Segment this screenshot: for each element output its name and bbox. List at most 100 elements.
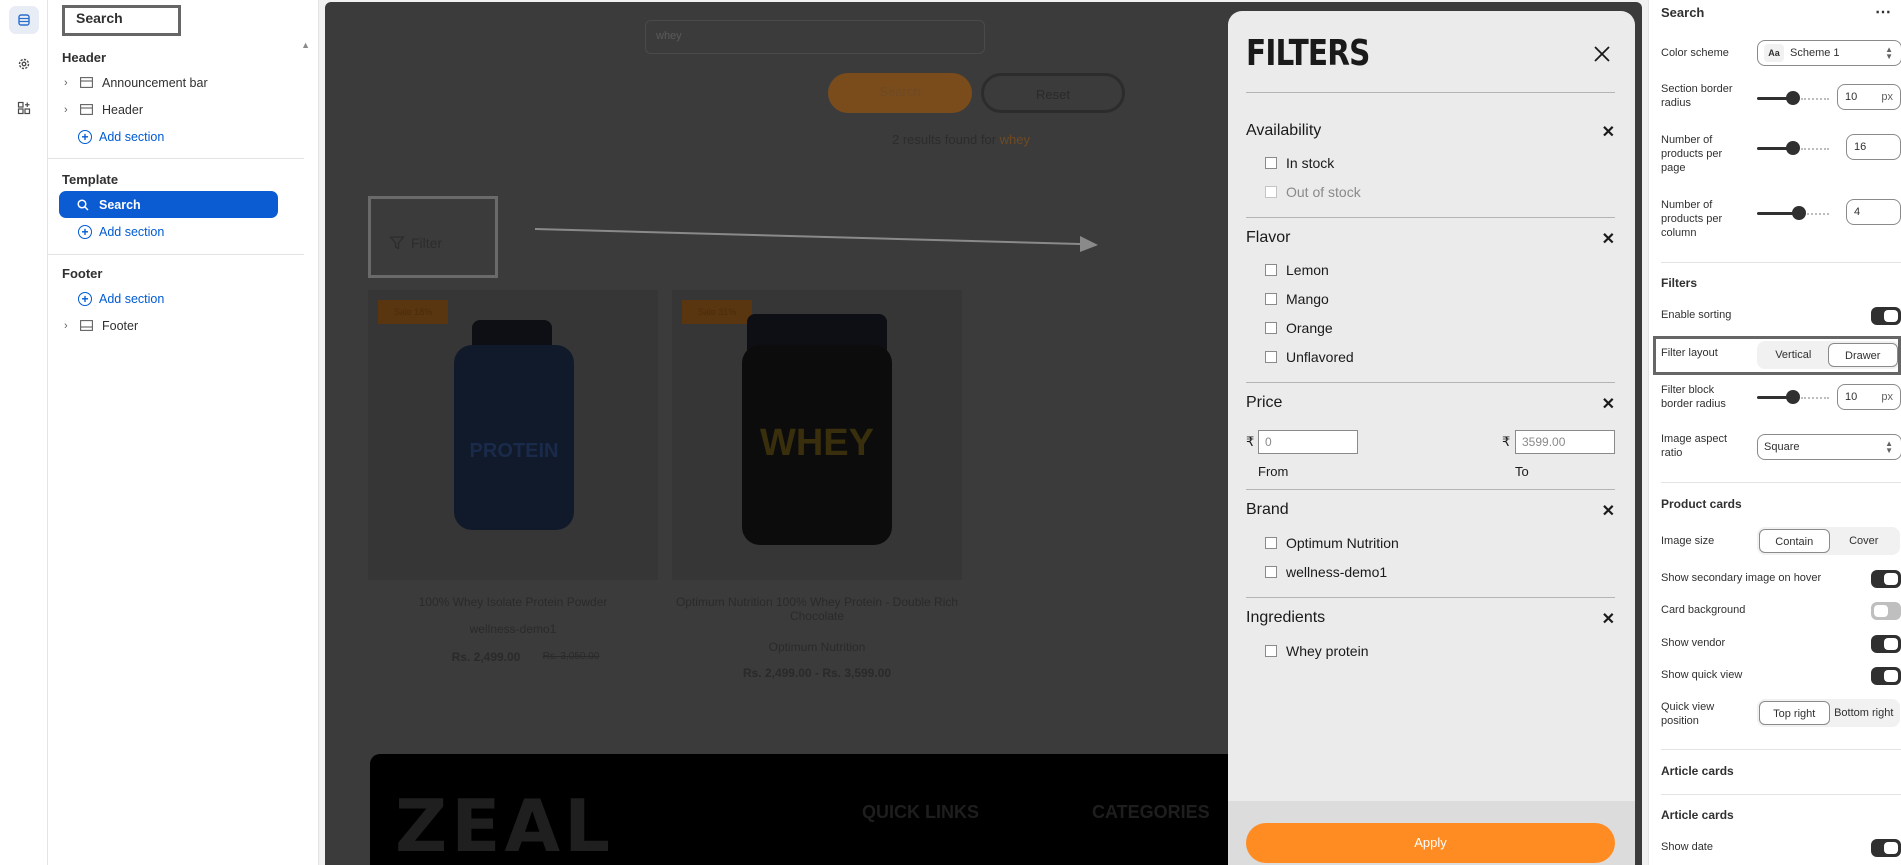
collapse-icon[interactable]: ✕: [1602, 394, 1615, 414]
select-arrows-icon: ▲ ▼: [1885, 439, 1893, 455]
filter-checkbox[interactable]: Mango: [1265, 291, 1329, 307]
divider: [48, 254, 304, 255]
checkbox[interactable]: [1265, 264, 1277, 276]
group-title: Header: [62, 50, 107, 65]
divider: [1661, 794, 1901, 795]
close-icon[interactable]: [1593, 45, 1611, 63]
collapse-icon[interactable]: ✕: [1602, 609, 1615, 629]
price-from-input[interactable]: 0: [1258, 430, 1358, 454]
products-per-column-slider[interactable]: [1757, 206, 1829, 220]
section-radius-slider[interactable]: [1757, 91, 1829, 105]
chevron-right-icon[interactable]: ›: [64, 104, 76, 116]
filter-checkbox[interactable]: Lemon: [1265, 262, 1329, 278]
product-title[interactable]: 100% Whey Isolate Protein Powder: [368, 595, 658, 609]
scheme-badge: Aa: [1764, 44, 1784, 62]
collapse-icon[interactable]: ✕: [1602, 122, 1615, 142]
filter-group-title[interactable]: Price: [1246, 394, 1282, 412]
add-section-button[interactable]: + Add section: [48, 123, 304, 150]
apps-icon[interactable]: [9, 94, 39, 122]
product-card[interactable]: Sale 31% WHEY: [672, 290, 962, 580]
tree-item-footer[interactable]: › Footer: [48, 312, 304, 339]
filter-radius-slider[interactable]: [1757, 390, 1829, 404]
checkbox[interactable]: [1265, 645, 1277, 657]
filter-checkbox[interactable]: Unflavored: [1265, 349, 1354, 365]
add-section-button[interactable]: + Add section: [48, 285, 304, 312]
show-date-toggle[interactable]: [1871, 839, 1901, 857]
checkbox-label: Mango: [1286, 291, 1329, 307]
left-rail: [0, 0, 48, 865]
filter-group-title[interactable]: Brand: [1246, 501, 1289, 519]
checkbox[interactable]: [1265, 322, 1277, 334]
filter-checkbox[interactable]: Optimum Nutrition: [1265, 535, 1399, 551]
filter-checkbox[interactable]: In stock: [1265, 155, 1334, 171]
section-tree: Search ▲ Header › Announcement bar › Hea…: [48, 0, 319, 865]
card-background-toggle[interactable]: [1871, 602, 1901, 620]
quick-view-position-segmented[interactable]: Top right Bottom right: [1757, 699, 1900, 727]
color-scheme-select[interactable]: Aa Scheme 1 ▲ ▼: [1757, 40, 1901, 66]
aspect-ratio-select[interactable]: Square ▲ ▼: [1757, 434, 1901, 460]
slider-knob[interactable]: [1792, 206, 1806, 220]
filter-checkbox[interactable]: Orange: [1265, 320, 1333, 336]
checkbox-label: Out of stock: [1286, 184, 1361, 200]
sections-icon[interactable]: [8, 6, 39, 34]
image-size-segmented[interactable]: Contain Cover: [1757, 527, 1900, 555]
products-per-page-slider[interactable]: [1757, 141, 1829, 155]
filter-group-title[interactable]: Flavor: [1246, 229, 1290, 247]
chevron-right-icon[interactable]: ›: [64, 320, 76, 332]
segment-cover[interactable]: Cover: [1830, 529, 1899, 553]
checkbox[interactable]: [1265, 186, 1277, 198]
filter-checkbox[interactable]: Whey protein: [1265, 643, 1368, 659]
filter-group-title[interactable]: Availability: [1246, 122, 1321, 140]
reset-button[interactable]: Reset: [981, 73, 1125, 113]
apply-button[interactable]: Apply: [1246, 823, 1615, 863]
slider-rest: [1807, 213, 1829, 215]
filter-radius-input[interactable]: 10 px: [1837, 384, 1901, 410]
segment-top-right[interactable]: Top right: [1759, 701, 1830, 725]
gear-icon[interactable]: [9, 50, 39, 78]
products-per-column-input[interactable]: 4: [1846, 199, 1901, 225]
secondary-hover-toggle[interactable]: [1871, 570, 1901, 588]
checkbox[interactable]: [1265, 157, 1277, 169]
checkbox[interactable]: [1265, 566, 1277, 578]
price-to-input[interactable]: 3599.00: [1515, 430, 1615, 454]
setting-label: Image aspect ratio: [1661, 433, 1728, 459]
search-input[interactable]: whey: [645, 20, 985, 54]
segment-contain[interactable]: Contain: [1759, 529, 1830, 553]
tree-item-announcement-bar[interactable]: › Announcement bar: [48, 69, 304, 96]
chevron-right-icon[interactable]: ›: [64, 77, 76, 89]
price-to-label: To: [1515, 464, 1529, 479]
checkbox[interactable]: [1265, 351, 1277, 363]
checkbox-label: Orange: [1286, 320, 1333, 336]
checkbox[interactable]: [1265, 537, 1277, 549]
collapse-icon[interactable]: ✕: [1602, 229, 1615, 249]
slider-knob[interactable]: [1786, 141, 1800, 155]
slider-knob[interactable]: [1786, 91, 1800, 105]
product-card[interactable]: Sale 18% PROTEIN: [368, 290, 658, 580]
add-section-button[interactable]: + Add section: [48, 218, 304, 245]
products-per-page-input[interactable]: 16: [1846, 134, 1901, 160]
show-vendor-toggle[interactable]: [1871, 635, 1901, 653]
filter-checkbox[interactable]: Out of stock: [1265, 184, 1361, 200]
select-value: Square: [1764, 441, 1800, 453]
tree-item-header[interactable]: › Header: [48, 96, 304, 123]
checkbox[interactable]: [1265, 293, 1277, 305]
slider-knob[interactable]: [1786, 390, 1800, 404]
header-group: Header › Announcement bar › Header + Add…: [48, 47, 304, 150]
section-radius-input[interactable]: 10 px: [1837, 84, 1901, 110]
segment-bottom-right[interactable]: Bottom right: [1830, 701, 1899, 725]
filter-checkbox[interactable]: wellness-demo1: [1265, 564, 1387, 580]
tree-item-search[interactable]: Search: [59, 191, 278, 218]
unit-label: px: [1881, 391, 1893, 403]
page-title: Search: [62, 5, 181, 36]
collapse-icon[interactable]: ✕: [1602, 501, 1615, 521]
group-title: Template: [62, 172, 119, 187]
filter-button[interactable]: Filter: [368, 196, 498, 278]
setting-label: Show vendor: [1661, 637, 1726, 649]
filter-group-title[interactable]: Ingredients: [1246, 609, 1325, 627]
search-button[interactable]: Search: [828, 73, 972, 113]
product-title[interactable]: Optimum Nutrition 100% Whey Protein - Do…: [672, 595, 962, 623]
enable-sorting-toggle[interactable]: [1871, 307, 1901, 325]
checkbox-label: Lemon: [1286, 262, 1329, 278]
more-icon[interactable]: ⋯: [1875, 2, 1891, 22]
quick-view-toggle[interactable]: [1871, 667, 1901, 685]
